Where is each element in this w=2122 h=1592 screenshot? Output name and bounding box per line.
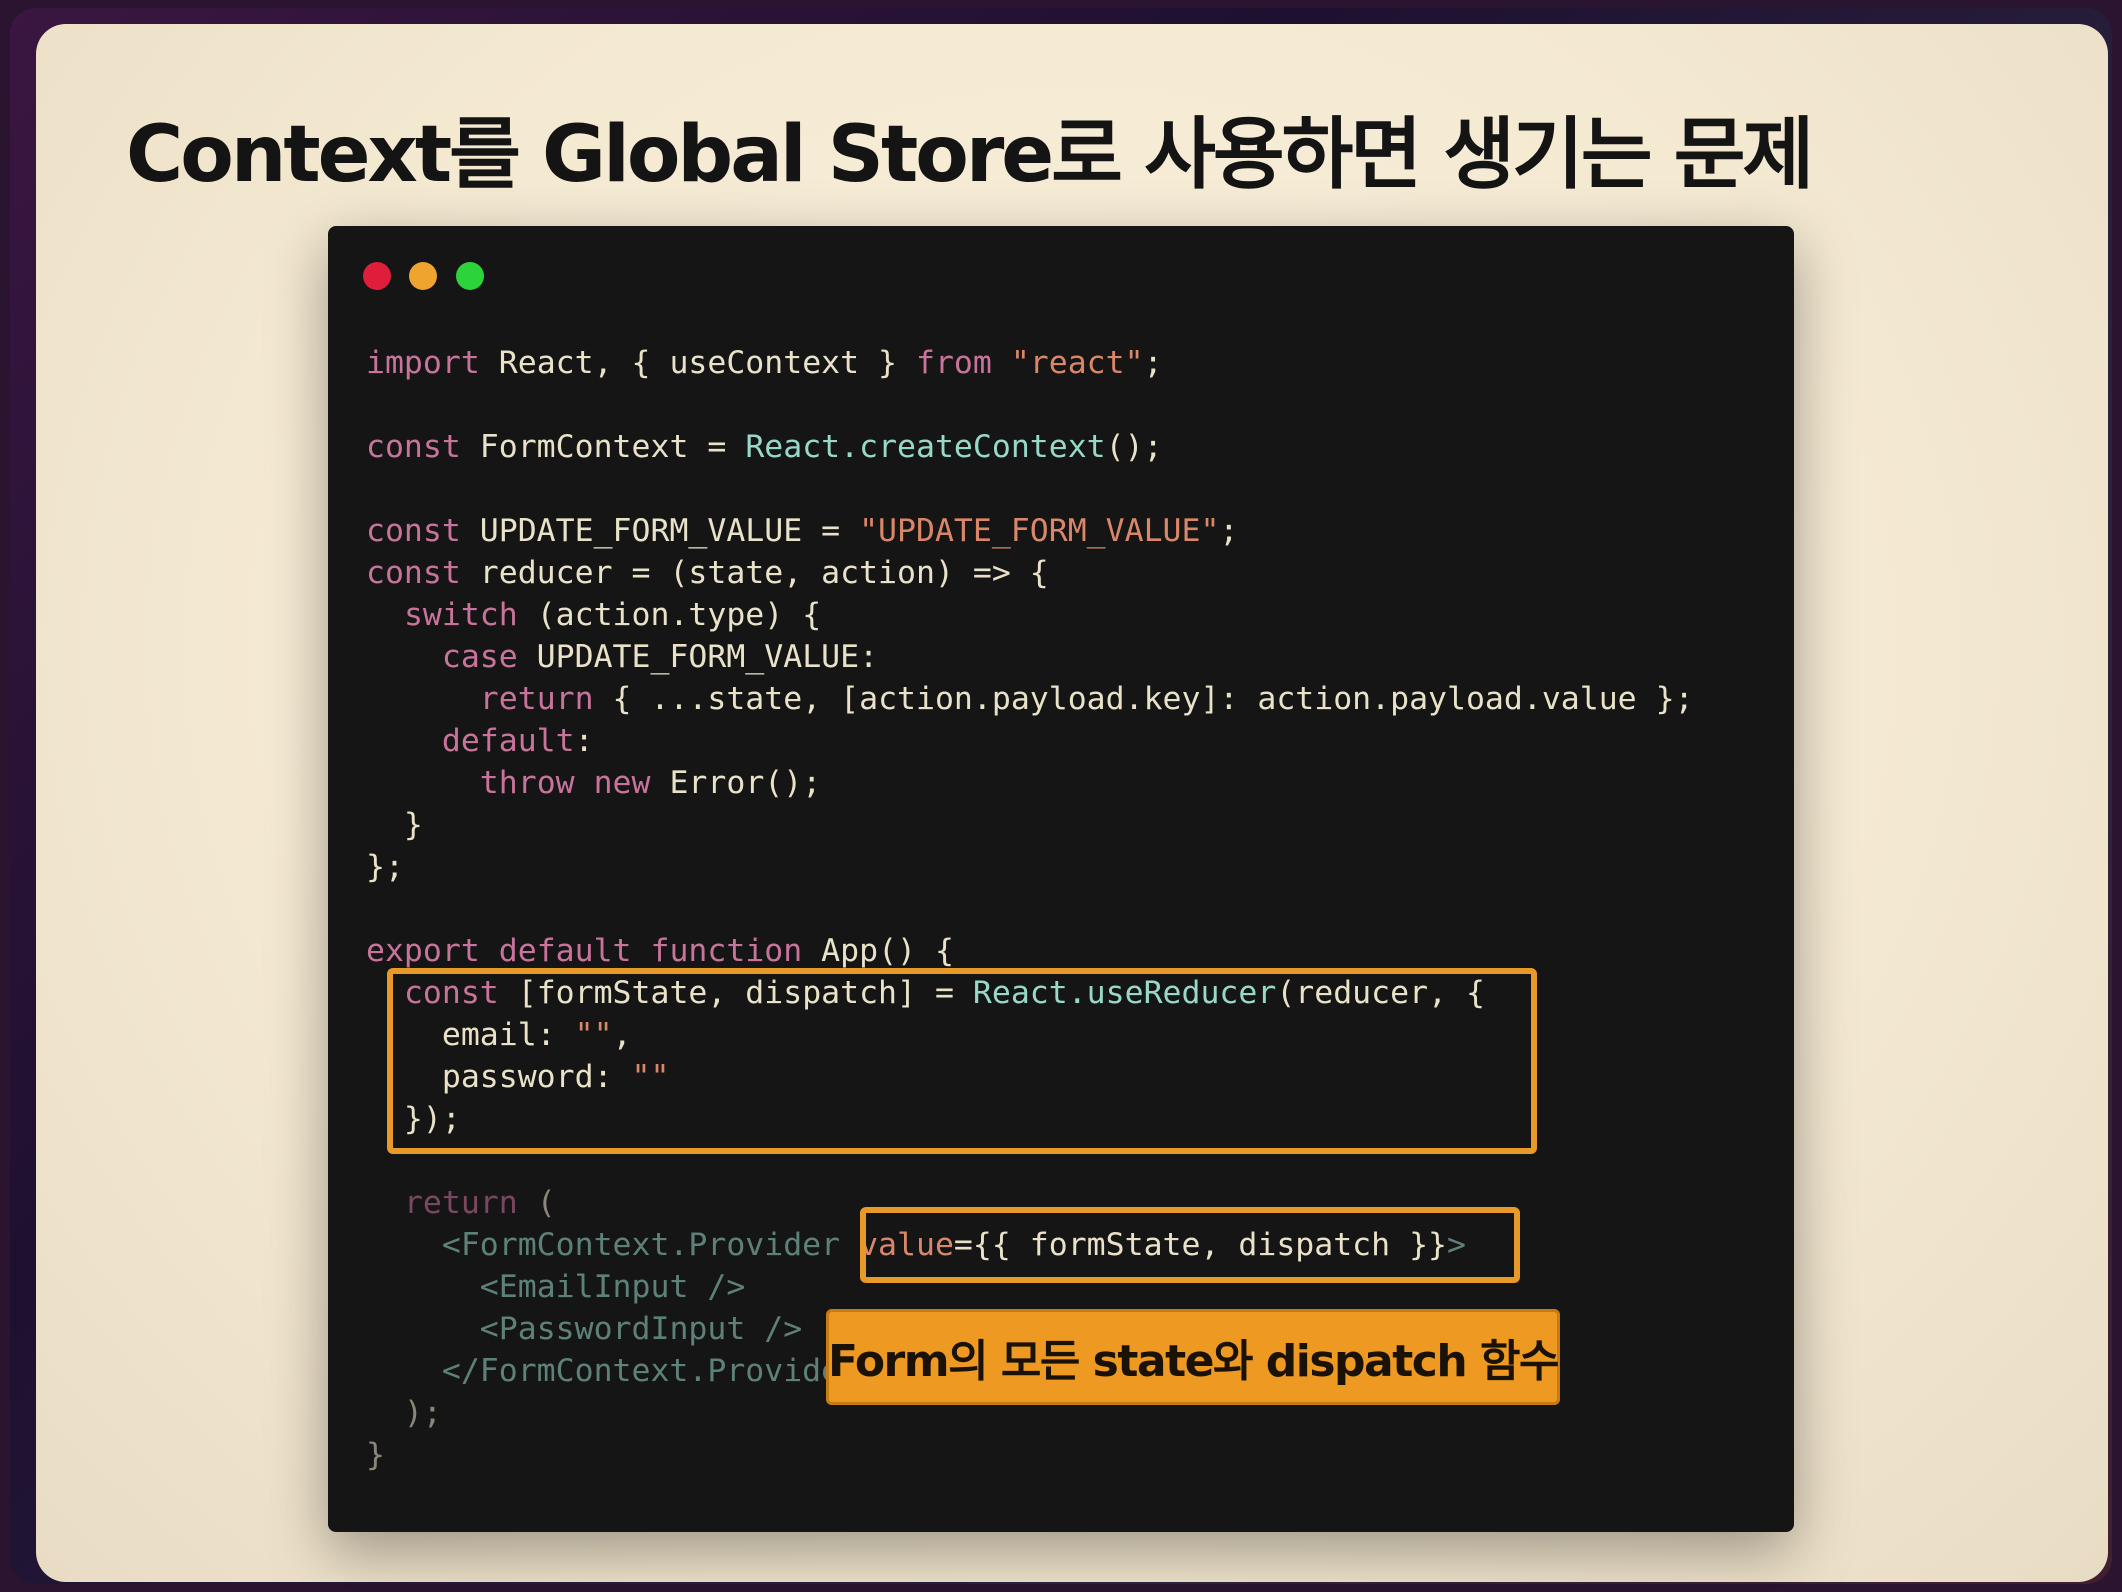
code-line-return: return (	[403, 1185, 556, 1221]
slide-title: Context를 Global Store로 사용하면 생기는 문제	[126, 110, 1814, 200]
code-line-provider-close: </FormContext.Provider>	[441, 1353, 879, 1389]
annotation-label: Form의 모든 state와 dispatch 함수	[826, 1309, 1560, 1405]
code-line-close-return: );	[366, 1395, 442, 1431]
code-line-import: import React, { useContext } from "react…	[366, 345, 1163, 381]
code-line-email-input: <EmailInput />	[479, 1269, 746, 1305]
code-line-default: default:	[441, 723, 594, 759]
code-line-create-context: const FormContext = React.createContext(…	[366, 429, 1163, 465]
minimize-window-dot	[409, 262, 437, 290]
code-line-close-function: }	[366, 1437, 385, 1473]
code-line-export: export default function App() {	[366, 933, 954, 969]
use-reducer-highlight-box	[387, 968, 1537, 1154]
provider-value-highlight-box	[860, 1207, 1520, 1283]
code-line-close-reducer: };	[366, 849, 404, 885]
code-line-close-switch: }	[366, 807, 423, 843]
code-block: import React, { useContext } from "react…	[366, 342, 1694, 1476]
code-line-return-spread: return { ...state, [action.payload.key]:…	[479, 681, 1694, 717]
code-line-password-input: <PasswordInput />	[479, 1311, 803, 1347]
maximize-window-dot	[456, 262, 484, 290]
code-line-throw: throw new Error();	[479, 765, 822, 801]
code-line-case: case UPDATE_FORM_VALUE:	[441, 639, 879, 675]
code-line-switch: switch (action.type) {	[403, 597, 822, 633]
close-window-dot	[363, 262, 391, 290]
code-line-update-const: const UPDATE_FORM_VALUE = "UPDATE_FORM_V…	[366, 513, 1239, 549]
code-line-reducer: const reducer = (state, action) => {	[366, 555, 1049, 591]
